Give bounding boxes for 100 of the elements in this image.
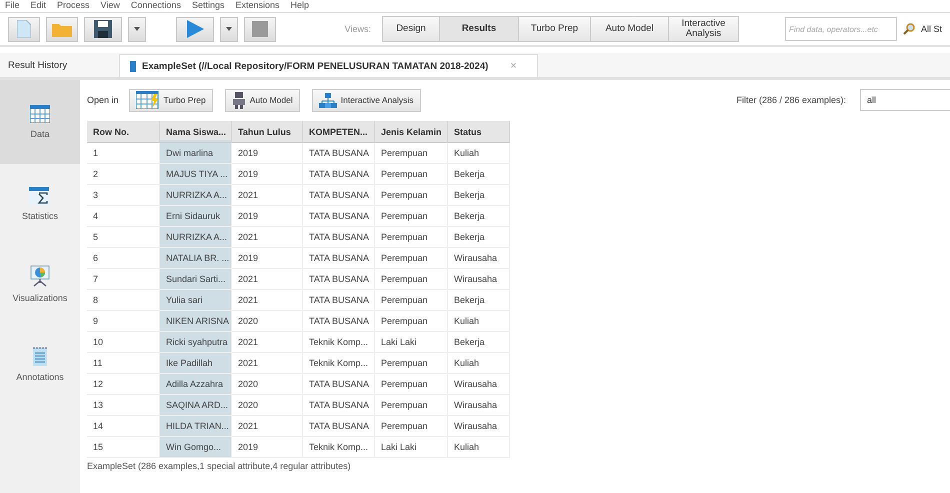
result-tab[interactable]: ExampleSet (//Local Repository/FORM PENELUSURAN TAMATAN 2018-2024) × — [119, 54, 538, 77]
table-cell: 2021 — [232, 269, 303, 290]
menu-item[interactable]: Process — [57, 0, 90, 11]
table-cell: Sundari Sarti... — [160, 269, 232, 290]
table-cell: 2021 — [232, 416, 303, 437]
table-cell: TATA BUSANA — [303, 164, 375, 185]
view-tab[interactable]: Design — [382, 16, 440, 42]
table-cell: Win Gomgo... — [160, 437, 232, 458]
caret-icon — [134, 27, 140, 31]
open-in-button[interactable]: Auto Model — [224, 88, 300, 112]
table-cell: Adilla Azzahra — [160, 374, 232, 395]
table-cell: Wirausaha — [448, 269, 510, 290]
stop-button[interactable] — [244, 16, 276, 42]
table-cell: 12 — [87, 374, 160, 395]
menu-item[interactable]: Edit — [30, 0, 46, 11]
table-cell: 4 — [87, 206, 160, 227]
table-cell: 2021 — [232, 353, 303, 374]
table-cell: Teknik Komp... — [303, 332, 375, 353]
table-cell: Perempuan — [375, 248, 448, 269]
table-cell: Perempuan — [375, 269, 448, 290]
table-cell: TATA BUSANA — [303, 206, 375, 227]
sidebar-item[interactable]: Annotations — [0, 324, 80, 404]
menu-item[interactable]: Help — [290, 0, 310, 11]
table-cell: Laki Laki — [375, 332, 448, 353]
table-cell: 9 — [87, 311, 160, 332]
table-cell: 2019 — [232, 437, 303, 458]
play-icon — [186, 20, 204, 38]
menu-item[interactable]: Settings — [192, 0, 224, 11]
table-cell: 6 — [87, 248, 160, 269]
table-cell: Bekerja — [448, 290, 510, 311]
table-cell: Kuliah — [448, 311, 510, 332]
menu-item[interactable]: File — [5, 0, 20, 11]
column-header[interactable]: Status — [448, 121, 510, 143]
table-cell: 2021 — [232, 332, 303, 353]
table-cell: TATA BUSANA — [303, 248, 375, 269]
table-cell: 2020 — [232, 374, 303, 395]
table-cell: 2021 — [232, 185, 303, 206]
status-text: ExampleSet (286 examples,1 special attribute,4 regular attributes) — [87, 461, 352, 472]
table-cell: Dwi marlina — [160, 143, 232, 164]
sidebar-item[interactable]: Statistics — [0, 164, 80, 244]
stop-icon — [252, 21, 268, 37]
table-cell: TATA BUSANA — [303, 311, 375, 332]
open-in-button[interactable]: Turbo Prep — [128, 88, 213, 112]
view-tab[interactable]: Auto Model — [590, 16, 669, 42]
table-cell: Perempuan — [375, 311, 448, 332]
table-cell: Wirausaha — [448, 248, 510, 269]
table-cell: Kuliah — [448, 143, 510, 164]
table-cell: TATA BUSANA — [303, 374, 375, 395]
easel-chart-icon — [29, 265, 51, 287]
table-cell: SAQINA ARD... — [160, 395, 232, 416]
view-tab[interactable]: Interactive Analysis — [668, 16, 739, 42]
view-tab[interactable]: Turbo Prep — [518, 16, 591, 42]
new-file-button[interactable] — [8, 16, 40, 42]
column-header[interactable]: Nama Siswa... — [160, 121, 232, 143]
table-cell: Wirausaha — [448, 374, 510, 395]
menu-item[interactable]: View — [100, 0, 120, 11]
table-cell: 10 — [87, 332, 160, 353]
panel-title: Result History — [7, 60, 68, 70]
table-cell: 2020 — [232, 395, 303, 416]
table-cell: Bekerja — [448, 185, 510, 206]
table-cell: Wirausaha — [448, 395, 510, 416]
table-cell: Bekerja — [448, 332, 510, 353]
sidebar-label: Statistics — [22, 211, 58, 221]
run-menu-button[interactable] — [220, 16, 238, 42]
table-cell: Perempuan — [375, 374, 448, 395]
save-menu-button[interactable] — [128, 16, 146, 42]
table-cell: NATALIA BR. ... — [160, 248, 232, 269]
menu-item[interactable]: Extensions — [235, 0, 280, 11]
table-cell: Perempuan — [375, 185, 448, 206]
table-cell: NIKEN ARISNA — [160, 311, 232, 332]
studio-button[interactable]: All St — [920, 24, 942, 34]
notepad-icon — [33, 346, 47, 366]
menu-item[interactable]: Connections — [130, 0, 181, 11]
table-cell: 14 — [87, 416, 160, 437]
table-cell: 2021 — [232, 290, 303, 311]
tab-title: ExampleSet (//Local Repository/FORM PENELUSURAN TAMATAN 2018-2024) — [142, 60, 488, 72]
table-cell: 11 — [87, 353, 160, 374]
table-cell: 8 — [87, 290, 160, 311]
table-cell: 2019 — [232, 248, 303, 269]
sidebar-item[interactable]: Visualizations — [0, 244, 80, 324]
network-icon — [318, 92, 337, 108]
table-cell: Perempuan — [375, 227, 448, 248]
open-in-button[interactable]: Interactive Analysis — [312, 88, 421, 112]
view-tab[interactable]: Results — [438, 16, 519, 42]
table-cell: 2020 — [232, 311, 303, 332]
table-cell: Teknik Komp... — [303, 353, 375, 374]
column-header[interactable]: KOMPETEN... — [303, 121, 375, 143]
table-cell: HILDA TRIAN... — [160, 416, 232, 437]
views-label: Views: — [344, 24, 371, 34]
table-cell: TATA BUSANA — [303, 269, 375, 290]
search-field[interactable]: Find data, operators...etc — [784, 17, 897, 41]
column-header[interactable]: Row No. — [87, 121, 160, 143]
sidebar-label: Annotations — [16, 372, 64, 382]
column-header[interactable]: Jenis Kelamin — [375, 121, 448, 143]
run-button[interactable] — [176, 16, 214, 42]
sidebar-item[interactable]: Data — [0, 80, 80, 164]
filter-dropdown[interactable]: all — [860, 89, 950, 111]
open-folder-button[interactable] — [46, 16, 78, 42]
save-button[interactable] — [84, 16, 122, 42]
column-header[interactable]: Tahun Lulus — [232, 121, 303, 143]
